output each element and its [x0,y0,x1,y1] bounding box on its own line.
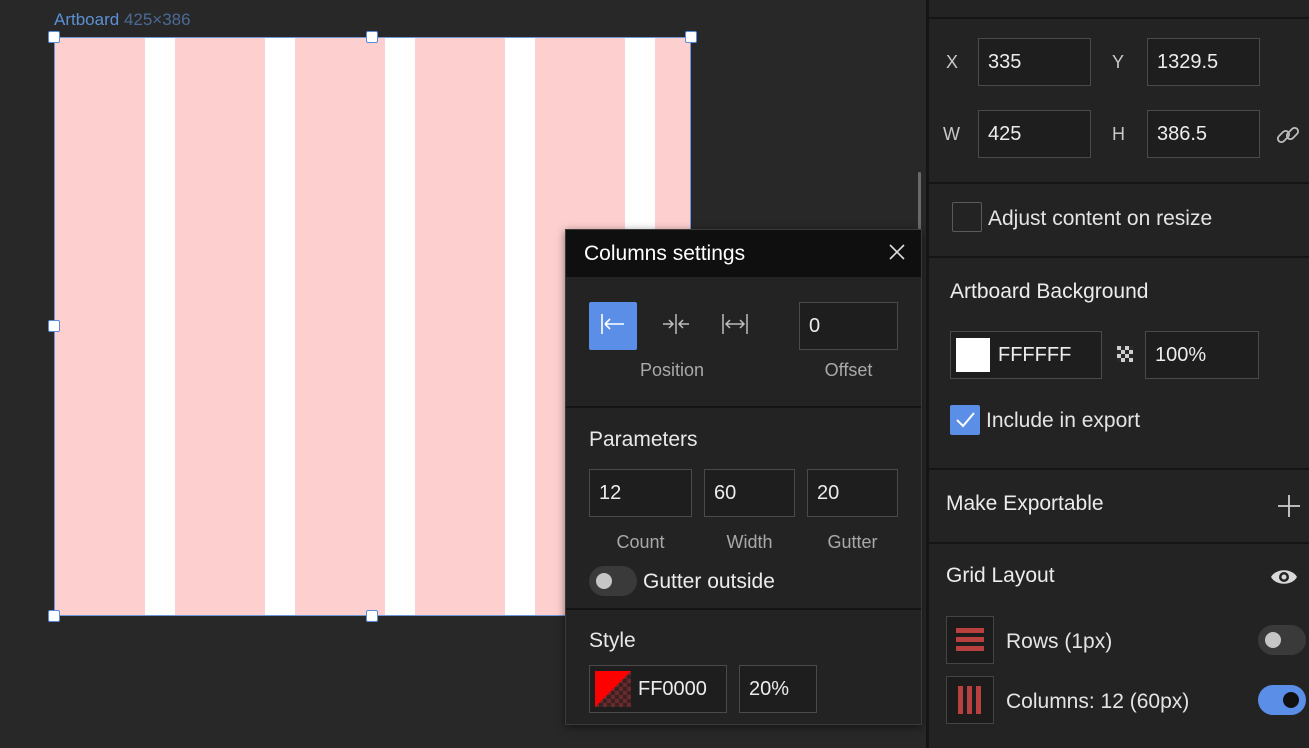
grid-color-picker[interactable]: FF0000 [589,665,727,713]
style-section: Style FF0000 20% [566,610,921,726]
gutter-input[interactable]: 20 [807,469,898,517]
column-gutter [265,38,295,615]
align-center-icon [661,309,691,344]
red-swatch-icon [595,671,631,707]
position-center-button[interactable] [652,302,700,350]
gutter-outside-toggle[interactable] [589,566,637,596]
properties-panel: X 335 Y 1329.5 W 425 H 386.5 Adjust cont… [926,0,1309,748]
toggle-knob [1283,692,1299,708]
resize-handle-bottom-left[interactable] [48,610,60,622]
offset-input[interactable]: 0 [799,302,898,350]
rows-icon [956,628,984,657]
h-value: 386.5 [1157,122,1208,145]
make-exportable-section[interactable]: Make Exportable [929,470,1309,544]
grid-opacity-value: 20% [749,677,790,700]
gutter-value: 20 [817,481,840,504]
resize-handle-bottom[interactable] [366,610,378,622]
grid-layout-title: Grid Layout [946,564,1055,587]
x-input[interactable]: 335 [978,38,1091,86]
offset-value: 0 [809,314,821,337]
y-value: 1329.5 [1157,50,1219,73]
toggle-knob [596,573,612,589]
gutter-outside-label: Gutter outside [643,570,775,593]
vertical-scrollbar[interactable] [918,172,921,232]
width-value: 60 [714,481,737,504]
artboard-background-section: Artboard Background FFFFFF 100% Include … [929,258,1309,470]
offset-caption: Offset [824,360,873,380]
resize-handle-left[interactable] [48,320,60,332]
x-label: X [946,52,959,72]
rows-toggle[interactable] [1258,625,1306,655]
align-left-icon [598,309,628,344]
resize-handle-top-left[interactable] [48,31,60,43]
column-gutter [385,38,415,615]
columns-icon [958,686,982,719]
white-swatch-icon [956,338,990,372]
gutter-caption: Gutter [827,532,878,552]
adjust-content-checkbox[interactable] [952,202,982,232]
artboard-background-title: Artboard Background [950,280,1149,303]
grid-color-hex: FF0000 [638,677,707,700]
count-input[interactable]: 12 [589,469,692,517]
panel-top-section [929,0,1309,19]
grid-layout-section: Grid Layout Rows (1px) Columns: 12 (60px… [929,544,1309,748]
artboard-label[interactable]: Artboard 425×386 [54,10,191,30]
plus-icon[interactable] [1276,493,1302,519]
include-export-checkbox[interactable] [950,405,980,435]
parameters-title: Parameters [589,428,698,451]
w-value: 425 [988,122,1022,145]
columns-label: Columns: 12 (60px) [1006,690,1190,713]
background-opacity-input[interactable]: 100% [1145,331,1259,379]
count-caption: Count [616,532,665,552]
artboard-dims: 425×386 [123,10,191,29]
include-export-label: Include in export [986,409,1141,432]
width-caption: Width [726,532,773,552]
h-label: H [1112,124,1125,144]
eye-icon[interactable] [1269,565,1299,589]
parameters-section: Parameters 12 60 20 Count Width Gutter G… [566,408,921,610]
count-value: 12 [599,481,622,504]
w-label: W [943,124,960,144]
y-label: Y [1112,52,1125,72]
popup-header: Columns settings [566,230,921,277]
artboard-name: Artboard [54,10,120,29]
popup-title: Columns settings [584,241,746,265]
column-gutter [145,38,175,615]
transform-section: X 335 Y 1329.5 W 425 H 386.5 [929,19,1309,184]
align-stretch-icon [720,309,750,344]
checker-icon [1117,346,1133,362]
grid-opacity-input[interactable]: 20% [739,665,817,713]
resize-handle-top[interactable] [366,31,378,43]
resize-handle-top-right[interactable] [685,31,697,43]
column-gutter [505,38,535,615]
toggle-knob [1265,632,1281,648]
position-caption: Position [639,360,705,380]
background-color-picker[interactable]: FFFFFF [950,331,1102,379]
close-icon[interactable] [887,242,907,262]
background-hex: FFFFFF [998,343,1072,366]
h-input[interactable]: 386.5 [1147,110,1260,158]
adjust-content-label: Adjust content on resize [988,207,1213,230]
columns-settings-popup: Columns settings 0 Position Offset Param… [565,229,922,725]
link-icon[interactable] [1274,121,1302,149]
adjust-content-section: Adjust content on resize [929,184,1309,258]
columns-grid-swatch[interactable] [946,676,994,724]
background-opacity-value: 100% [1155,343,1207,366]
position-stretch-button[interactable] [711,302,759,350]
checkmark-icon [953,408,977,437]
position-left-button[interactable] [589,302,637,350]
rows-label: Rows (1px) [1006,630,1113,653]
w-input[interactable]: 425 [978,110,1091,158]
position-section: 0 Position Offset [566,277,921,408]
make-exportable-title: Make Exportable [946,492,1104,515]
columns-toggle[interactable] [1258,685,1306,715]
rows-grid-swatch[interactable] [946,616,994,664]
y-input[interactable]: 1329.5 [1147,38,1260,86]
width-input[interactable]: 60 [704,469,795,517]
x-value: 335 [988,50,1022,73]
style-title: Style [589,629,636,652]
